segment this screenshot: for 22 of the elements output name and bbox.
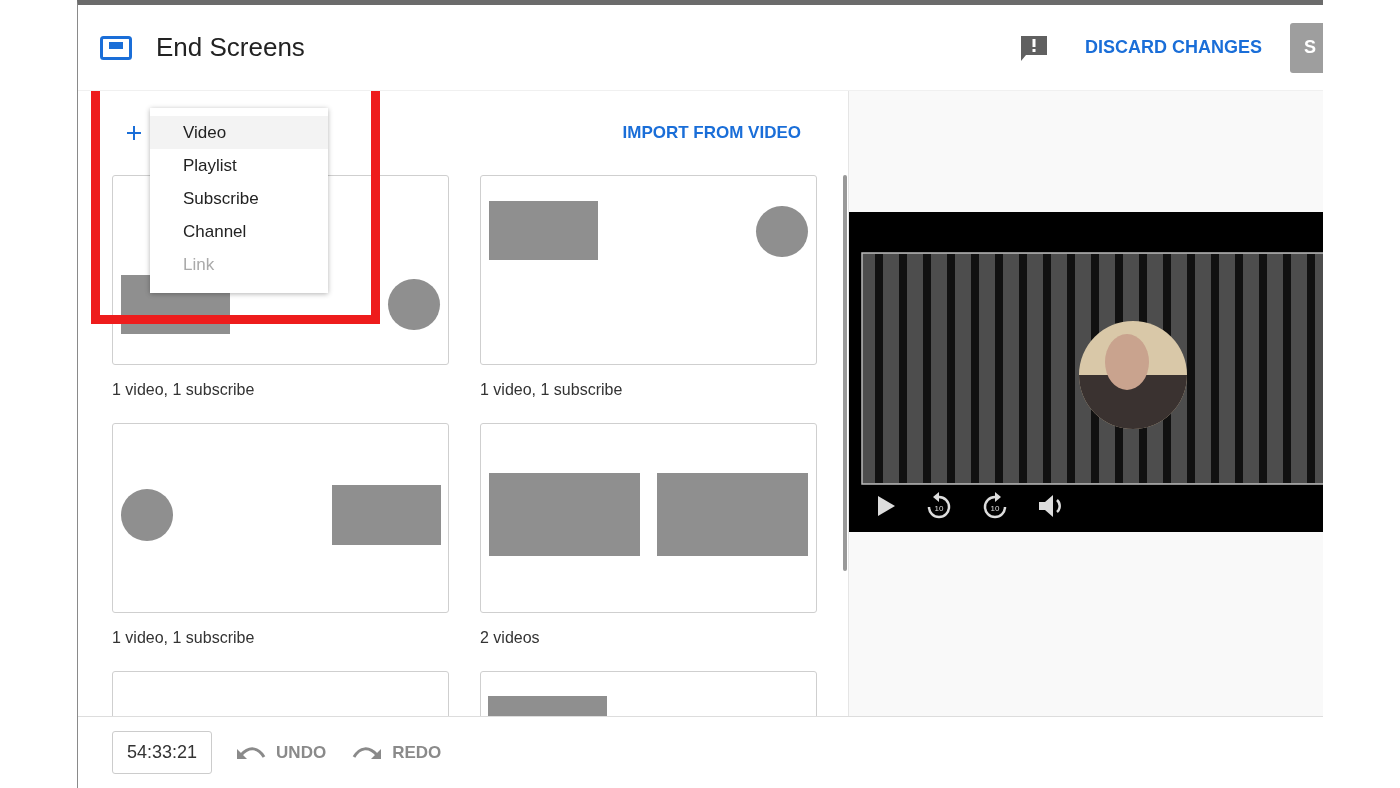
template-card[interactable]: [480, 423, 817, 613]
import-from-video-button[interactable]: IMPORT FROM VIDEO: [618, 119, 805, 147]
discard-changes-button[interactable]: DISCARD CHANGES: [1079, 31, 1268, 64]
end-screen-icon: [100, 35, 132, 60]
scrollbar[interactable]: [843, 175, 847, 571]
template-caption: 2 videos: [480, 629, 540, 647]
template-caption: 1 video, 1 subscribe: [480, 381, 623, 399]
menu-item[interactable]: Video: [150, 116, 328, 149]
menu-item[interactable]: Playlist: [150, 149, 328, 182]
time-field[interactable]: 54:33:21: [112, 731, 213, 774]
subscribe-placeholder: [121, 489, 174, 541]
undo-icon: [236, 744, 267, 761]
template-card[interactable]: [112, 423, 449, 613]
plus-icon: [126, 125, 142, 141]
redo-icon: [352, 744, 383, 761]
template-card[interactable]: [480, 175, 817, 365]
menu-item[interactable]: Subscribe: [150, 182, 328, 215]
template-caption: 1 video, 1 subscribe: [112, 381, 255, 399]
play-icon[interactable]: [876, 495, 896, 517]
template-caption: 1 video, 1 subscribe: [112, 629, 255, 647]
dialog-title: End Screens: [156, 32, 305, 63]
menu-item[interactable]: Channel: [150, 215, 328, 248]
